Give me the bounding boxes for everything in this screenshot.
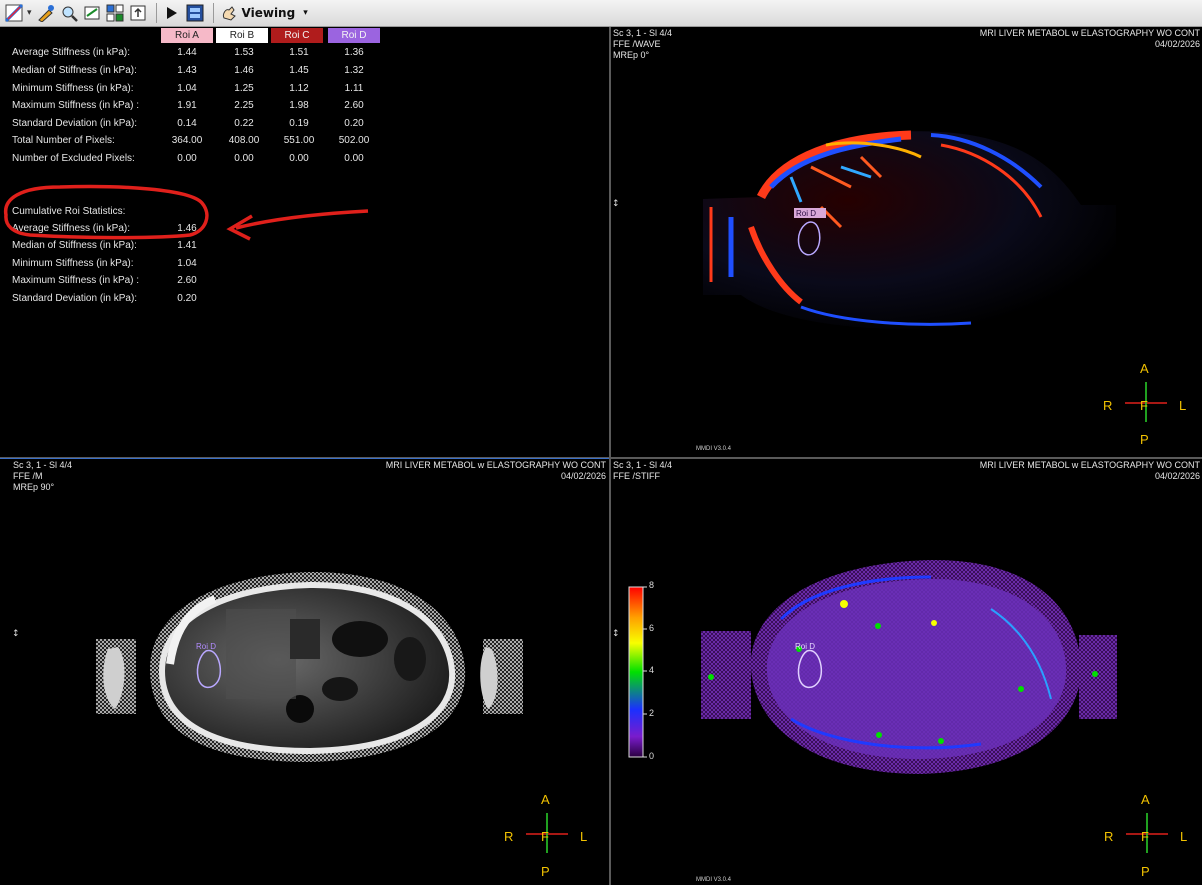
stiffness-image: Roi D [701,559,1117,774]
viewing-label: Viewing [241,6,296,20]
toolbar: ▾ Viewing ▾ [0,0,1202,27]
orientation-posterior: P [541,864,550,879]
orientation-right: R [504,829,514,844]
viewport-magnitude[interactable]: Sc 3, 1 - Sl 4/4 FFE /M MREp 90° MRI LIV… [0,459,609,885]
viewport-stiffness[interactable]: Sc 3, 1 - Sl 4/4 FFE /STIFF MRI LIVER ME… [611,459,1202,885]
roi-d-label: Roi D [795,642,815,651]
viewport-wave[interactable]: Sc 3, 1 - Sl 4/4 FFE /WAVE MREp 0° MRI L… [611,27,1202,457]
toolbar-separator [212,3,214,23]
orientation-feet: F [1140,398,1148,413]
roi-statistics-pane[interactable]: Roi A Roi B Roi C Roi D Average Stiffnes… [0,27,609,457]
play-icon[interactable] [162,3,182,23]
orientation-left: L [1180,829,1188,844]
zoom-icon[interactable] [59,3,79,23]
annotate-icon[interactable] [36,3,56,23]
window-level-dropdown-icon[interactable]: ▾ [27,8,32,18]
hand-icon [219,3,239,23]
film-icon[interactable] [185,3,205,23]
orientation-posterior: P [1140,432,1149,447]
orientation-left: L [1179,398,1187,413]
version-label: MMDI V3.0.4 [696,446,732,452]
orientation-right: R [1104,829,1114,844]
layout-icon[interactable] [105,3,125,23]
window-level-icon[interactable] [4,3,24,23]
magnitude-image: Roi D [96,571,523,762]
orientation-posterior: P [1141,864,1150,879]
orientation-right: R [1103,398,1113,413]
version-label: MMDI V3.0.4 [696,877,732,883]
toolbar-separator [155,3,157,23]
viewing-dropdown-icon: ▾ [303,8,308,18]
viewing-mode-dropdown[interactable]: Viewing ▾ [219,3,308,23]
orientation-anterior: A [1140,361,1149,376]
roi-d-label: Roi D [196,642,216,651]
orientation-left: L [580,829,588,844]
wave-image: Roi D [703,130,1116,329]
red-circle-annotation [3,184,369,241]
orientation-feet: F [1141,829,1149,844]
measure-icon[interactable] [82,3,102,23]
orientation-anterior: A [541,792,550,807]
orientation-feet: F [541,829,549,844]
roi-d-label: Roi D [796,209,816,218]
orientation-anterior: A [1141,792,1150,807]
export-icon[interactable] [128,3,148,23]
